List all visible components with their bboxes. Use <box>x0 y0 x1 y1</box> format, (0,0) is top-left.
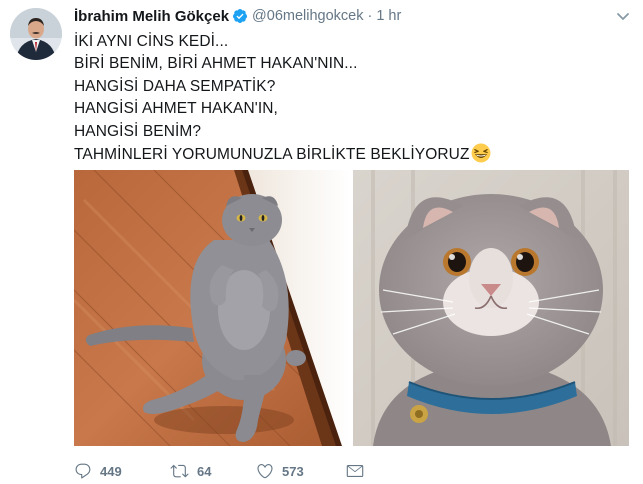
tweet-text-line: HANGİSİ AHMET HAKAN'IN, <box>74 100 278 118</box>
heart-icon <box>257 464 273 479</box>
retweet-count: 64 <box>197 463 212 479</box>
grinning-squinting-face-emoji-icon <box>471 143 491 163</box>
reply-icon <box>75 463 91 479</box>
tweet-text-line: BİRİ BENİM, BİRİ AHMET HAKAN'NIN... <box>74 55 358 73</box>
like-button[interactable]: 573 <box>256 462 346 480</box>
tweet-card[interactable]: İbrahim Melih Gökçek @06melihgokcek · 1 … <box>0 0 643 484</box>
tweet-text-line: HANGİSİ DAHA SEMPATİK? <box>74 77 276 95</box>
tweet-actions: 449 64 573 <box>74 460 364 482</box>
tweet-text-line: HANGİSİ BENİM? <box>74 122 202 140</box>
verified-badge-icon <box>232 8 248 24</box>
tweet-text-line: İKİ AYNI CİNS KEDİ... <box>74 33 229 50</box>
chevron-down-icon[interactable] <box>615 8 631 24</box>
tweet-header: İbrahim Melih Gökçek @06melihgokcek · 1 … <box>74 6 401 26</box>
tweet-timestamp[interactable]: 1 hr <box>376 8 401 24</box>
author-name[interactable]: İbrahim Melih Gökçek <box>74 8 229 25</box>
direct-message-icon <box>346 465 364 477</box>
tweet-photo-left[interactable] <box>74 170 350 446</box>
tweet-photo-right[interactable] <box>353 170 629 446</box>
retweet-button[interactable]: 64 <box>170 462 256 480</box>
header-separator: · <box>367 8 373 24</box>
avatar[interactable] <box>10 8 62 60</box>
tweet-text-last-line: TAHMİNLERİ YORUMUNUZLA BİRLİKTE BEKLİYOR… <box>74 143 629 166</box>
like-count: 573 <box>282 463 304 479</box>
direct-message-button[interactable] <box>346 462 364 480</box>
grey-cat-with-blue-collar-closeup-photo <box>353 170 629 446</box>
reply-button[interactable]: 449 <box>74 462 170 480</box>
reply-count: 449 <box>100 463 122 479</box>
grey-cat-sitting-on-wood-floor-photo <box>74 170 350 446</box>
tweet-text-line: TAHMİNLERİ YORUMUNUZLA BİRLİKTE BEKLİYOR… <box>74 146 470 164</box>
avatar-image <box>10 8 62 60</box>
retweet-icon <box>170 464 189 478</box>
author-handle[interactable]: @06melihgokcek <box>252 8 363 24</box>
tweet-text: İKİ AYNI CİNS KEDİ... BİRİ BENİM, BİRİ A… <box>74 31 629 166</box>
